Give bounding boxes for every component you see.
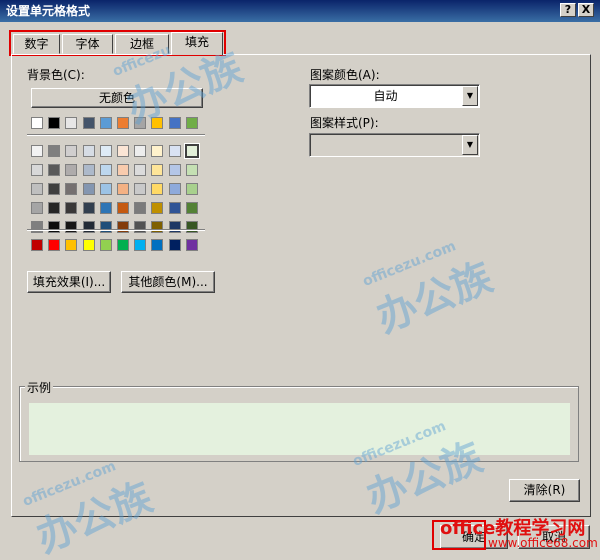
color-swatch[interactable] <box>185 202 198 214</box>
pattern-color-value: 自动 <box>373 89 398 103</box>
color-swatch[interactable] <box>48 202 61 214</box>
pattern-style-value <box>310 134 461 156</box>
color-swatch[interactable] <box>31 239 43 251</box>
pattern-color-label: 图案颜色(A): <box>310 68 380 82</box>
color-swatch[interactable] <box>185 164 198 176</box>
color-swatch[interactable] <box>185 117 198 129</box>
color-swatch[interactable] <box>31 164 43 176</box>
color-swatch[interactable] <box>151 145 164 157</box>
color-swatch[interactable] <box>31 221 43 233</box>
color-swatch[interactable] <box>48 183 61 195</box>
color-swatch[interactable] <box>99 239 112 251</box>
color-swatch[interactable] <box>99 117 112 129</box>
color-swatch[interactable] <box>183 143 200 159</box>
color-swatch[interactable] <box>99 145 112 157</box>
color-swatch[interactable] <box>48 221 61 233</box>
color-swatch[interactable] <box>168 183 181 195</box>
background-color-label: 背景色(C): <box>27 68 85 82</box>
sample-label: 示例 <box>25 379 54 396</box>
palette-divider <box>27 229 205 231</box>
window-title: 设置单元格格式 <box>6 4 91 18</box>
color-swatch[interactable] <box>151 221 164 233</box>
color-swatch[interactable] <box>168 202 181 214</box>
help-button[interactable]: ? <box>560 3 576 17</box>
color-swatch[interactable] <box>151 164 164 176</box>
color-swatch[interactable] <box>82 117 95 129</box>
color-swatch[interactable] <box>99 221 112 233</box>
color-swatch[interactable] <box>48 164 61 176</box>
color-swatch[interactable] <box>151 117 164 129</box>
color-swatch[interactable] <box>48 239 61 251</box>
color-swatch[interactable] <box>48 117 61 129</box>
color-swatch[interactable] <box>185 239 198 251</box>
color-swatch[interactable] <box>134 164 147 176</box>
color-swatch[interactable] <box>48 145 61 157</box>
fill-effects-button[interactable]: 填充效果(I)... <box>27 271 111 293</box>
color-swatch[interactable] <box>151 202 164 214</box>
title-bar: 设置单元格格式 <box>0 0 600 22</box>
sample-preview <box>29 403 570 455</box>
color-swatch[interactable] <box>82 221 95 233</box>
color-swatch[interactable] <box>168 164 181 176</box>
pattern-style-select[interactable]: ▼ <box>309 133 480 157</box>
color-swatch[interactable] <box>99 164 112 176</box>
pattern-style-label: 图案样式(P): <box>310 116 379 130</box>
color-swatch[interactable] <box>117 221 129 233</box>
color-swatch[interactable] <box>31 183 43 195</box>
color-swatch[interactable] <box>65 183 78 195</box>
color-swatch[interactable] <box>134 202 147 214</box>
color-swatch[interactable] <box>134 145 147 157</box>
color-swatch[interactable] <box>82 145 95 157</box>
color-swatch[interactable] <box>185 183 198 195</box>
color-swatch[interactable] <box>65 164 78 176</box>
color-swatch[interactable] <box>134 183 147 195</box>
cancel-button[interactable]: 取消 <box>518 525 590 549</box>
color-swatch[interactable] <box>82 183 95 195</box>
color-swatch[interactable] <box>99 202 112 214</box>
color-swatch[interactable] <box>65 239 78 251</box>
color-swatch[interactable] <box>117 145 129 157</box>
no-color-button[interactable]: 无颜色 <box>31 88 203 108</box>
color-swatch[interactable] <box>117 164 129 176</box>
color-swatch[interactable] <box>168 117 181 129</box>
color-swatch[interactable] <box>134 117 147 129</box>
pattern-color-select[interactable]: 自动 ▼ <box>309 84 480 108</box>
color-swatch[interactable] <box>65 221 78 233</box>
color-swatch[interactable] <box>168 145 181 157</box>
chevron-down-icon[interactable]: ▼ <box>462 135 478 155</box>
close-button[interactable]: X <box>578 3 594 17</box>
color-swatch[interactable] <box>168 221 181 233</box>
color-swatch[interactable] <box>31 202 43 214</box>
color-swatch[interactable] <box>117 202 129 214</box>
color-swatch[interactable] <box>99 183 112 195</box>
palette-divider <box>27 134 205 136</box>
tab-fill[interactable]: 填充 <box>171 32 223 55</box>
color-swatch[interactable] <box>117 117 129 129</box>
color-swatch[interactable] <box>151 183 164 195</box>
color-swatch[interactable] <box>65 145 78 157</box>
color-swatch[interactable] <box>117 183 129 195</box>
color-swatch[interactable] <box>117 239 129 251</box>
color-swatch[interactable] <box>82 202 95 214</box>
more-colors-button[interactable]: 其他颜色(M)... <box>121 271 215 293</box>
color-swatch[interactable] <box>65 202 78 214</box>
color-swatch[interactable] <box>134 221 147 233</box>
color-swatch[interactable] <box>31 117 43 129</box>
clear-button[interactable]: 清除(R) <box>509 479 580 502</box>
color-swatch[interactable] <box>65 117 78 129</box>
color-swatch[interactable] <box>151 239 164 251</box>
color-swatch[interactable] <box>82 239 95 251</box>
color-swatch[interactable] <box>185 221 198 233</box>
color-swatch[interactable] <box>82 164 95 176</box>
color-swatch[interactable] <box>134 239 147 251</box>
chevron-down-icon[interactable]: ▼ <box>462 86 478 106</box>
color-swatch[interactable] <box>31 145 43 157</box>
ok-highlight <box>432 520 486 550</box>
color-swatch[interactable] <box>168 239 181 251</box>
